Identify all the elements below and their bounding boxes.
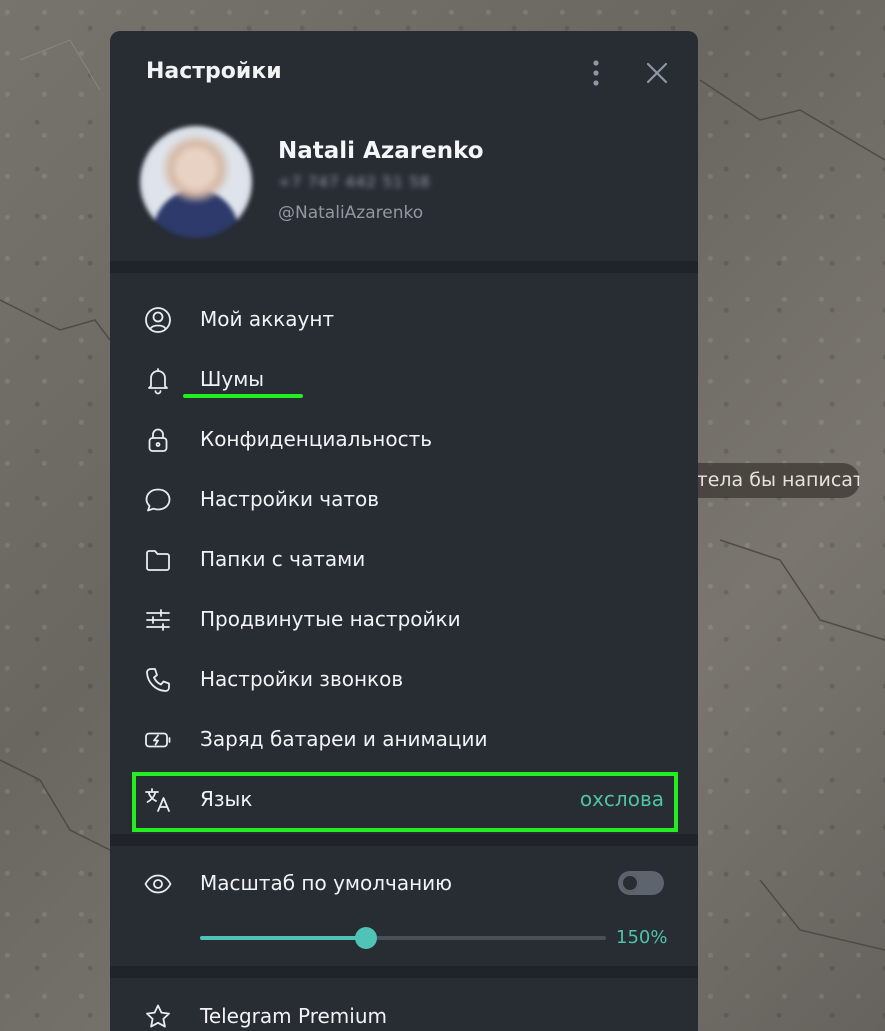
highlight-underline: [183, 394, 303, 398]
menu-item-label: Заряд батареи и анимации: [200, 727, 488, 751]
scale-slider[interactable]: [200, 927, 606, 949]
modal-title: Настройки: [146, 59, 282, 84]
modal-header: Настройки: [110, 31, 698, 117]
folder-icon: [143, 545, 173, 575]
language-value: охслова: [579, 787, 664, 811]
section-divider: [110, 834, 698, 846]
profile-name: Natali Azarenko: [278, 138, 484, 164]
scale-value: 150%: [616, 927, 668, 948]
avatar-photo: [140, 126, 252, 238]
close-icon[interactable]: [642, 58, 672, 88]
menu-item-notifications[interactable]: Шумы: [110, 350, 698, 410]
menu-item-advanced[interactable]: Продвинутые настройки: [110, 590, 698, 650]
scale-section: Масштаб по умолчанию 150%: [110, 846, 698, 966]
menu-item-label: Папки с чатами: [200, 547, 366, 571]
menu-item-label: Мой аккаунт: [200, 307, 335, 331]
scale-slider-fill: [200, 936, 367, 940]
menu-item-calls[interactable]: Настройки звонков: [110, 650, 698, 710]
account-icon: [143, 305, 173, 335]
menu-item-label: Язык: [200, 787, 253, 811]
section-divider: [110, 966, 698, 978]
default-scale-label: Масштаб по умолчанию: [200, 871, 453, 895]
menu-item-my-account[interactable]: Мой аккаунт: [110, 290, 698, 350]
settings-menu: Мой аккаунт Шумы Конфиденциальность Наст…: [110, 273, 698, 834]
menu-item-label: Настройки звонков: [200, 667, 404, 691]
section-divider: [110, 261, 698, 273]
star-icon: [143, 1002, 173, 1031]
menu-item-language[interactable]: Язык охслова: [110, 770, 698, 832]
menu-item-chat-folders[interactable]: Папки с чатами: [110, 530, 698, 590]
eye-icon: [143, 869, 173, 899]
settings-modal: Настройки Natali Azarenko +7 747 442 51 …: [110, 31, 698, 1031]
menu-item-privacy[interactable]: Конфиденциальность: [110, 410, 698, 470]
premium-label: Telegram Premium: [200, 1004, 387, 1028]
menu-item-battery[interactable]: Заряд батареи и анимации: [110, 710, 698, 770]
background-chat-bubble: Хотела бы написать: [672, 463, 860, 498]
menu-item-label: Шумы: [200, 367, 265, 391]
more-vertical-icon[interactable]: [584, 58, 608, 88]
menu-item-label: Конфиденциальность: [200, 427, 433, 451]
battery-icon: [143, 725, 173, 755]
chat-bubble-icon: [143, 485, 173, 515]
default-scale-row[interactable]: Масштаб по умолчанию: [110, 846, 698, 922]
menu-item-label: Продвинутые настройки: [200, 607, 461, 631]
sliders-icon: [143, 605, 173, 635]
translate-icon: [143, 785, 173, 815]
lock-icon: [143, 425, 173, 455]
phone-icon: [143, 665, 173, 695]
profile-username: @NataliAzarenko: [278, 203, 424, 223]
profile-section[interactable]: Natali Azarenko +7 747 442 51 58 @Natali…: [110, 117, 698, 261]
scale-slider-handle[interactable]: [355, 927, 378, 949]
profile-phone: +7 747 442 51 58: [278, 173, 431, 191]
default-scale-toggle[interactable]: [618, 871, 664, 895]
menu-item-chat-settings[interactable]: Настройки чатов: [110, 470, 698, 530]
toggle-knob: [621, 874, 639, 892]
bell-icon: [143, 365, 173, 395]
menu-item-premium[interactable]: Telegram Premium: [110, 978, 698, 1031]
menu-item-label: Настройки чатов: [200, 487, 380, 511]
